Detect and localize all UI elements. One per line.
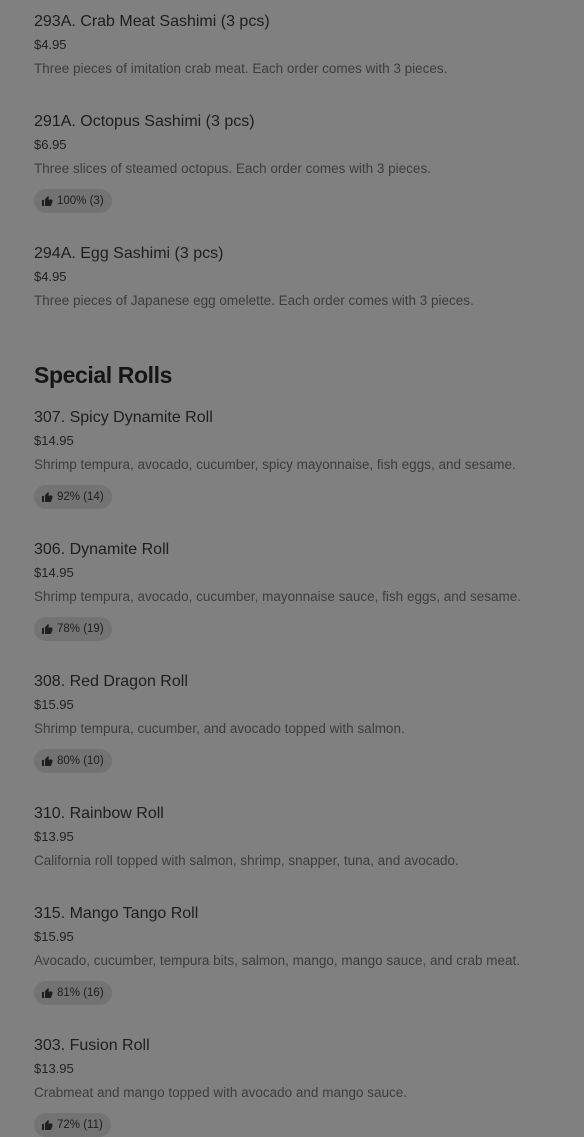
menu-item-octopus-sashimi[interactable]: 291A. Octopus Sashimi (3 pcs) $6.95 Thre… (34, 112, 564, 213)
item-description: Three slices of steamed octopus. Each or… (34, 161, 431, 176)
item-name: 306. Dynamite Roll (34, 541, 170, 558)
thumbs-up-icon (42, 624, 53, 634)
item-price: $14.95 (34, 433, 74, 448)
rating-badge: 80% (10) (34, 749, 112, 773)
item-description: Three pieces of Japanese egg omelette. E… (34, 293, 474, 308)
thumbs-up-icon (42, 492, 53, 502)
rating-badge: 72% (11) (34, 1113, 111, 1137)
item-price: $6.95 (34, 137, 67, 152)
item-name: 294A. Egg Sashimi (3 pcs) (34, 245, 224, 262)
item-name: 293A. Crab Meat Sashimi (3 pcs) (34, 13, 270, 30)
item-price: $4.95 (34, 269, 67, 284)
item-name: 291A. Octopus Sashimi (3 pcs) (34, 113, 255, 130)
item-price: $15.95 (34, 697, 74, 712)
item-price: $14.95 (34, 565, 74, 580)
menu-item-dynamite-roll[interactable]: 306. Dynamite Roll $14.95 Shrimp tempura… (34, 540, 564, 641)
item-description: Shrimp tempura, avocado, cucumber, mayon… (34, 589, 522, 604)
thumbs-up-icon (42, 756, 53, 766)
item-description: California roll topped with salmon, shri… (34, 853, 459, 868)
thumbs-up-icon (42, 988, 53, 998)
rating-badge: 78% (19) (34, 617, 112, 641)
item-price: $4.95 (34, 37, 67, 52)
menu-item-fusion-roll[interactable]: 303. Fusion Roll $13.95 Crabmeat and man… (34, 1036, 564, 1137)
rating-text: 81% (16) (57, 987, 104, 999)
thumbs-up-icon (42, 1120, 53, 1130)
item-description: Shrimp tempura, cucumber, and avocado to… (34, 721, 405, 736)
section-title-special-rolls: Special Rolls (34, 362, 172, 388)
item-description: Shrimp tempura, avocado, cucumber, spicy… (34, 457, 516, 472)
item-name: 315. Mango Tango Roll (34, 905, 199, 922)
menu-item-egg-sashimi[interactable]: 294A. Egg Sashimi (3 pcs) $4.95 Three pi… (34, 244, 564, 309)
menu-item-crab-meat-sashimi[interactable]: 293A. Crab Meat Sashimi (3 pcs) $4.95 Th… (34, 12, 564, 77)
thumbs-up-icon (42, 196, 53, 206)
item-name: 307. Spicy Dynamite Roll (34, 409, 213, 426)
item-price: $13.95 (34, 1061, 74, 1076)
item-description: Avocado, cucumber, tempura bits, salmon,… (34, 953, 521, 968)
item-price: $13.95 (34, 829, 74, 844)
rating-text: 92% (14) (57, 491, 104, 503)
item-description: Three pieces of imitation crab meat. Eac… (34, 61, 448, 76)
menu-item-rainbow-roll[interactable]: 310. Rainbow Roll $13.95 California roll… (34, 804, 564, 869)
item-name: 303. Fusion Roll (34, 1037, 150, 1054)
rating-text: 72% (11) (57, 1119, 103, 1131)
rating-badge: 92% (14) (34, 485, 112, 509)
rating-badge: 100% (3) (34, 189, 112, 213)
menu-item-red-dragon-roll[interactable]: 308. Red Dragon Roll $15.95 Shrimp tempu… (34, 672, 564, 773)
item-price: $15.95 (34, 929, 74, 944)
item-name: 308. Red Dragon Roll (34, 673, 188, 690)
item-description: Crabmeat and mango topped with avocado a… (34, 1085, 407, 1100)
rating-text: 100% (3) (57, 195, 104, 207)
rating-text: 78% (19) (57, 623, 104, 635)
rating-text: 80% (10) (57, 755, 104, 767)
menu-item-mango-tango-roll[interactable]: 315. Mango Tango Roll $15.95 Avocado, cu… (34, 904, 564, 1005)
rating-badge: 81% (16) (34, 981, 112, 1005)
menu-item-spicy-dynamite-roll[interactable]: 307. Spicy Dynamite Roll $14.95 Shrimp t… (34, 408, 564, 509)
item-name: 310. Rainbow Roll (34, 805, 164, 822)
menu-page: 293A. Crab Meat Sashimi (3 pcs) $4.95 Th… (0, 0, 584, 1137)
